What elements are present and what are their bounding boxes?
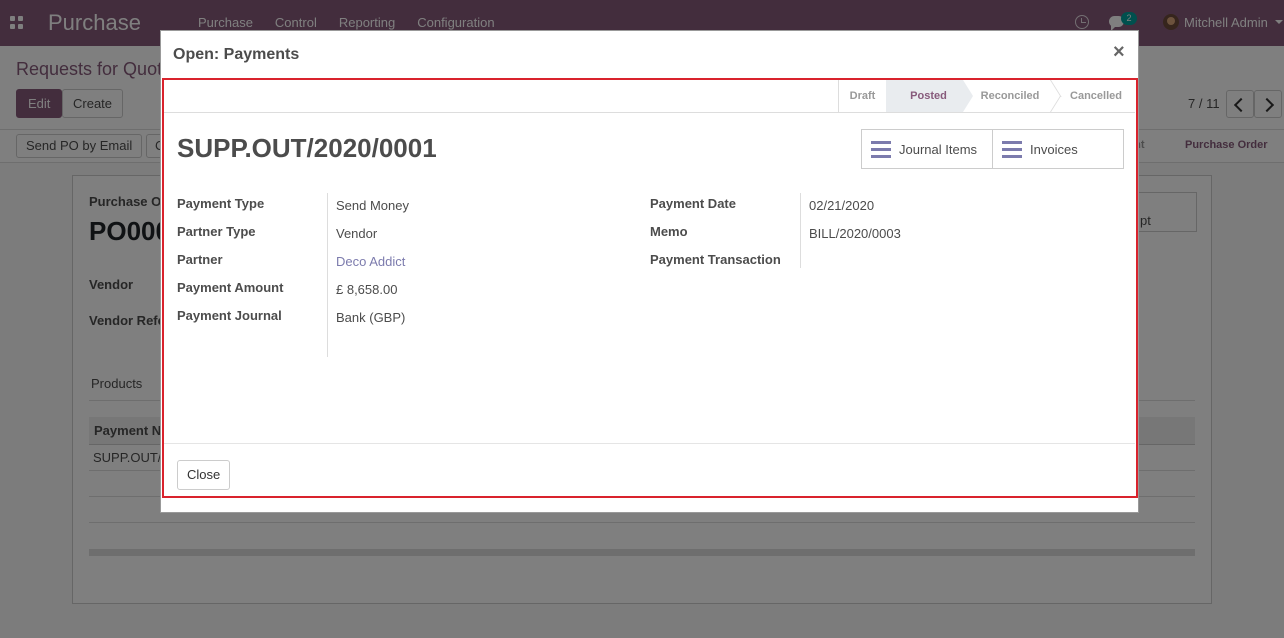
modal-title: Open: Payments: [173, 46, 300, 63]
payment-dialog: Open: Payments × Draft Posted Reconciled…: [160, 30, 1139, 513]
modal-header: Open: Payments ×: [161, 31, 1138, 78]
close-icon[interactable]: ×: [1113, 42, 1125, 62]
highlight-frame: [162, 78, 1138, 498]
